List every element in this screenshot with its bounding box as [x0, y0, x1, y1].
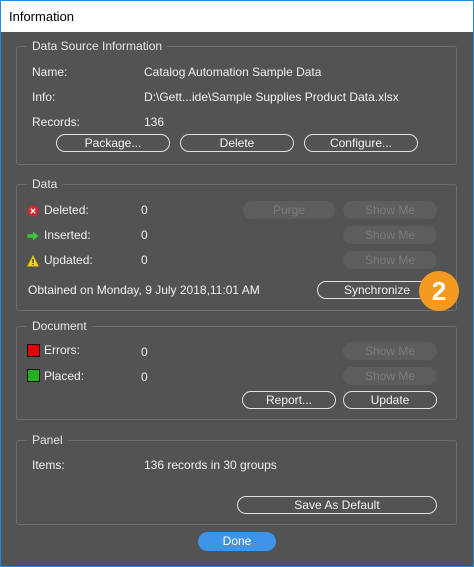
data-source-group: Data Source Information Name: Catalog Au…	[16, 39, 457, 165]
data-legend: Data	[27, 177, 63, 191]
show-me-updated-button[interactable]: Show Me	[343, 251, 437, 269]
show-me-deleted-button[interactable]: Show Me	[343, 201, 437, 219]
purge-button[interactable]: Purge	[243, 201, 335, 219]
info-label: Info:	[32, 90, 56, 104]
deleted-x-icon	[27, 204, 39, 217]
panel-legend: Panel	[27, 433, 68, 447]
obtained-text: Obtained on Monday, 9 July 2018,11:01 AM	[28, 283, 260, 297]
show-me-inserted-button[interactable]: Show Me	[343, 226, 437, 244]
errors-value: 0	[141, 345, 148, 359]
panel-group: Panel Items: 136 records in 30 groups Sa…	[16, 433, 457, 525]
inserted-label: Inserted:	[44, 228, 91, 242]
placed-swatch-icon	[27, 369, 40, 382]
data-source-legend: Data Source Information	[27, 39, 168, 53]
deleted-label: Deleted:	[44, 203, 89, 217]
window-title: Information	[9, 9, 75, 24]
deleted-value: 0	[141, 203, 148, 217]
name-value: Catalog Automation Sample Data	[144, 65, 322, 79]
configure-button[interactable]: Configure...	[304, 134, 418, 152]
callout-number-badge: 2	[419, 271, 459, 311]
document-legend: Document	[27, 319, 92, 333]
records-value: 136	[144, 115, 165, 129]
errors-label: Errors:	[44, 343, 80, 357]
information-dialog: Information Data Source Information Name…	[0, 0, 474, 567]
placed-value: 0	[141, 370, 148, 384]
data-group: Data Deleted: 0 Purge Show Me Inserted: …	[16, 177, 457, 311]
package-button[interactable]: Package...	[56, 134, 170, 152]
document-group: Document Errors: 0 Show Me Placed: 0 Sho…	[16, 319, 457, 420]
show-me-placed-button[interactable]: Show Me	[343, 367, 437, 385]
done-button[interactable]: Done	[198, 532, 276, 551]
items-value: 136 records in 30 groups	[144, 458, 277, 472]
save-as-default-button[interactable]: Save As Default	[237, 496, 437, 514]
title-bar[interactable]: Information	[1, 1, 473, 32]
placed-label: Placed:	[44, 369, 85, 383]
inserted-arrow-icon	[27, 229, 39, 241]
delete-button[interactable]: Delete	[180, 134, 294, 152]
items-label: Items:	[32, 458, 65, 472]
updated-value: 0	[141, 253, 148, 267]
show-me-errors-button[interactable]: Show Me	[343, 342, 437, 360]
inserted-value: 0	[141, 228, 148, 242]
info-value: D:\Gett...ide\Sample Supplies Product Da…	[144, 90, 399, 104]
update-button[interactable]: Update	[343, 391, 437, 409]
records-label: Records:	[32, 115, 81, 129]
updated-label: Updated:	[44, 253, 93, 267]
name-label: Name:	[32, 65, 68, 79]
report-button[interactable]: Report...	[242, 391, 336, 409]
errors-swatch-icon	[27, 344, 40, 357]
updated-warning-icon	[26, 254, 40, 267]
